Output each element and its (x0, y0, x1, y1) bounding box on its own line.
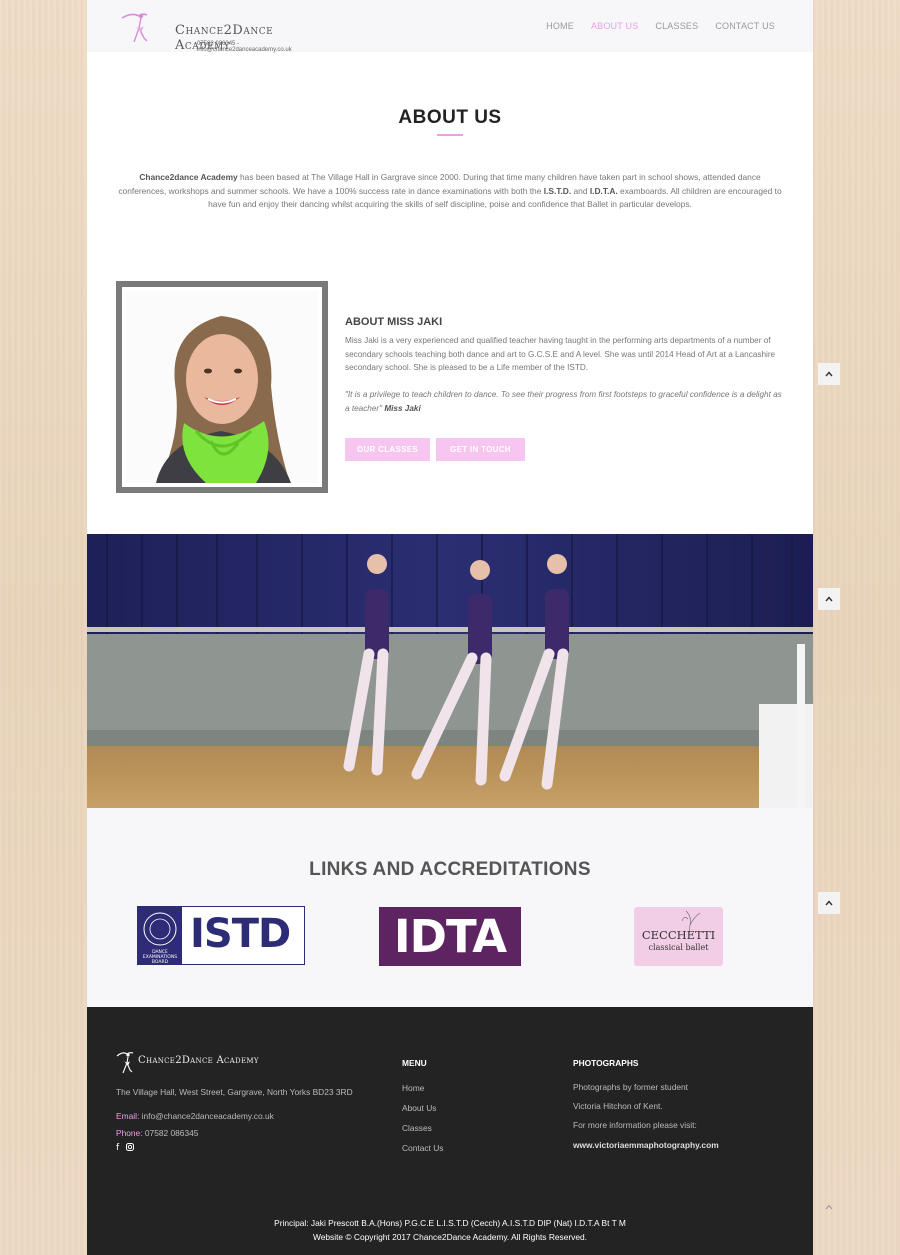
logo-contact: 07582 086345 - info@chance2danceacademy.… (197, 41, 292, 53)
get-in-touch-button[interactable]: GET IN TOUCH (436, 438, 525, 461)
phone-label: Phone: (116, 1128, 143, 1138)
jaki-photo-frame (116, 281, 328, 493)
photos-line-1: Photographs by former student (573, 1082, 688, 1092)
footer-link-home[interactable]: Home (402, 1083, 443, 1103)
istd-wordmark: ISTD (190, 911, 291, 957)
site-footer: Chance2Dance Academy The Village Hall, W… (87, 1007, 813, 1255)
photos-line-3: For more information please visit: (573, 1120, 697, 1130)
social-links: f (116, 1143, 135, 1154)
jaki-quote: "It is a privilege to teach children to … (345, 388, 785, 415)
main-nav: HOME ABOUT US CLASSES CONTACT US (546, 21, 775, 31)
footer-menu: Home About Us Classes Contact Us (402, 1083, 443, 1163)
about-paragraph: Chance2dance Academy has been based at T… (115, 171, 785, 212)
chevron-up-icon (825, 900, 833, 906)
site-header: Chance2Dance Academy 07582 086345 - info… (87, 0, 813, 53)
copyright-text: Website © Copyright 2017 Chance2Dance Ac… (312, 1232, 587, 1242)
footer-photos-heading: PHOTOGRAPHS (573, 1058, 639, 1068)
cecchetti-subtitle: classical ballet (648, 943, 709, 952)
nav-about-us[interactable]: ABOUT US (591, 21, 638, 31)
footer-phone[interactable]: 07582 086345 (145, 1128, 199, 1138)
quote-author: Miss Jaki (384, 403, 421, 413)
photography-link[interactable]: www.victoriaemmaphotography.com (573, 1140, 719, 1150)
footer-credits: Principal: Jaki Prescott B.A.(Hons) P.G.… (87, 1216, 813, 1244)
footer-email-row: Email: info@chance2danceacademy.co.uk (116, 1111, 274, 1121)
cecchetti-logo[interactable]: CECCHETTI classical ballet (634, 907, 723, 966)
istd-logo[interactable]: DANCE EXAMINATIONS BOARD ISTD (137, 906, 305, 965)
footer-phone-row: Phone: 07582 086345 (116, 1128, 198, 1138)
jaki-heading: ABOUT MISS JAKI (345, 316, 443, 328)
page: Chance2Dance Academy 07582 086345 - info… (87, 0, 813, 1255)
instagram-icon[interactable] (126, 1143, 135, 1154)
footer-link-contact-us[interactable]: Contact Us (402, 1143, 443, 1163)
scroll-top-button[interactable] (818, 588, 840, 610)
scroll-top-button[interactable] (818, 1196, 840, 1218)
footer-link-about-us[interactable]: About Us (402, 1103, 443, 1123)
facebook-icon[interactable]: f (116, 1143, 119, 1154)
brand-name: Chance2dance Academy (139, 172, 238, 182)
idta-text: I.D.T.A. (589, 185, 618, 196)
links-section: LINKS AND ACCREDITATIONS DANCE EXAMINATI… (87, 808, 813, 1007)
dancers-banner-image (87, 534, 813, 808)
dancer-logo-icon (121, 13, 148, 43)
idta-logo[interactable]: IDTA (379, 907, 521, 966)
chevron-up-icon (825, 371, 833, 377)
jaki-bio: Miss Jaki is a very experienced and qual… (345, 336, 776, 373)
scroll-top-button[interactable] (818, 363, 840, 385)
chevron-up-icon (825, 596, 833, 602)
our-classes-button[interactable]: OUR CLASSES (345, 438, 430, 461)
nav-home[interactable]: HOME (546, 21, 574, 31)
about-text-and: and (571, 185, 590, 196)
site-logo[interactable]: Chance2Dance Academy 07582 086345 - info… (117, 8, 332, 53)
footer-logo[interactable]: Chance2Dance Academy (116, 1049, 266, 1075)
footer-link-classes[interactable]: Classes (402, 1123, 443, 1143)
footer-logo-text: Chance2Dance Academy (138, 1055, 259, 1066)
links-title: LINKS AND ACCREDITATIONS (309, 859, 591, 880)
nav-classes[interactable]: CLASSES (655, 21, 698, 31)
photos-line-2: Victoria Hitchon of Kent. (573, 1101, 663, 1111)
principal-credit: Principal: Jaki Prescott B.A.(Hons) P.G.… (274, 1218, 626, 1228)
jaki-photo (126, 291, 318, 483)
chevron-up-icon (825, 1204, 833, 1210)
nav-contact-us[interactable]: CONTACT US (715, 21, 775, 31)
svg-text:BOARD: BOARD (152, 959, 169, 964)
title-underline (437, 134, 463, 136)
footer-address: The Village Hall, West Street, Gargrave,… (116, 1087, 353, 1097)
footer-menu-heading: MENU (402, 1058, 427, 1068)
istd-text: I.S.T.D. (543, 185, 572, 196)
dancer-logo-icon (116, 1052, 134, 1074)
istd-seal-icon: DANCE EXAMINATIONS BOARD (138, 907, 182, 965)
footer-email[interactable]: info@chance2danceacademy.co.uk (142, 1111, 274, 1121)
email-label: Email: (116, 1111, 140, 1121)
cecchetti-title: CECCHETTI (641, 928, 716, 942)
scroll-top-button[interactable] (818, 892, 840, 914)
about-title: ABOUT US (398, 107, 502, 128)
